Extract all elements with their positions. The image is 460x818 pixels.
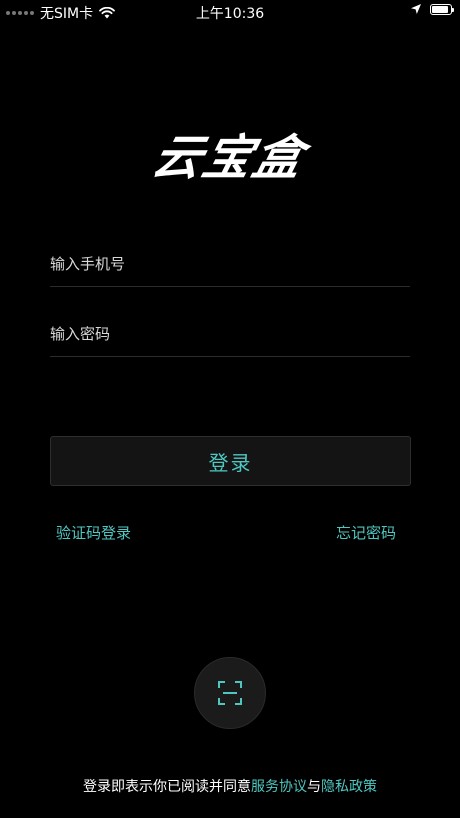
phone-field bbox=[50, 246, 410, 287]
wifi-icon bbox=[99, 7, 116, 19]
battery-fill bbox=[432, 5, 448, 13]
forgot-password-link[interactable]: 忘记密码 bbox=[336, 522, 396, 543]
terms-of-service-link[interactable]: 服务协议 bbox=[251, 779, 307, 795]
agreement-prefix: 登录即表示你已阅读并同意 bbox=[83, 779, 251, 795]
signal-dots-icon bbox=[6, 11, 34, 15]
sms-login-link[interactable]: 验证码登录 bbox=[56, 522, 131, 543]
carrier-label: 无SIM卡 bbox=[40, 6, 94, 22]
status-left: 无SIM卡 bbox=[6, 3, 116, 23]
scan-frame-icon bbox=[218, 681, 242, 705]
login-button[interactable]: 登录 bbox=[50, 436, 411, 486]
password-input[interactable] bbox=[50, 316, 410, 352]
phone-input[interactable] bbox=[50, 246, 410, 282]
status-right bbox=[410, 3, 454, 15]
agreement-text: 登录即表示你已阅读并同意服务协议与隐私政策 bbox=[0, 776, 460, 796]
scan-button[interactable] bbox=[194, 657, 266, 729]
password-field bbox=[50, 316, 410, 357]
privacy-policy-link[interactable]: 隐私政策 bbox=[321, 779, 377, 795]
location-arrow-icon bbox=[411, 4, 421, 14]
status-bar: 无SIM卡 上午10:36 bbox=[0, 0, 460, 24]
agreement-conjunction: 与 bbox=[307, 779, 321, 795]
battery-icon bbox=[430, 3, 454, 15]
app-logo: 云宝盒 bbox=[146, 130, 311, 186]
